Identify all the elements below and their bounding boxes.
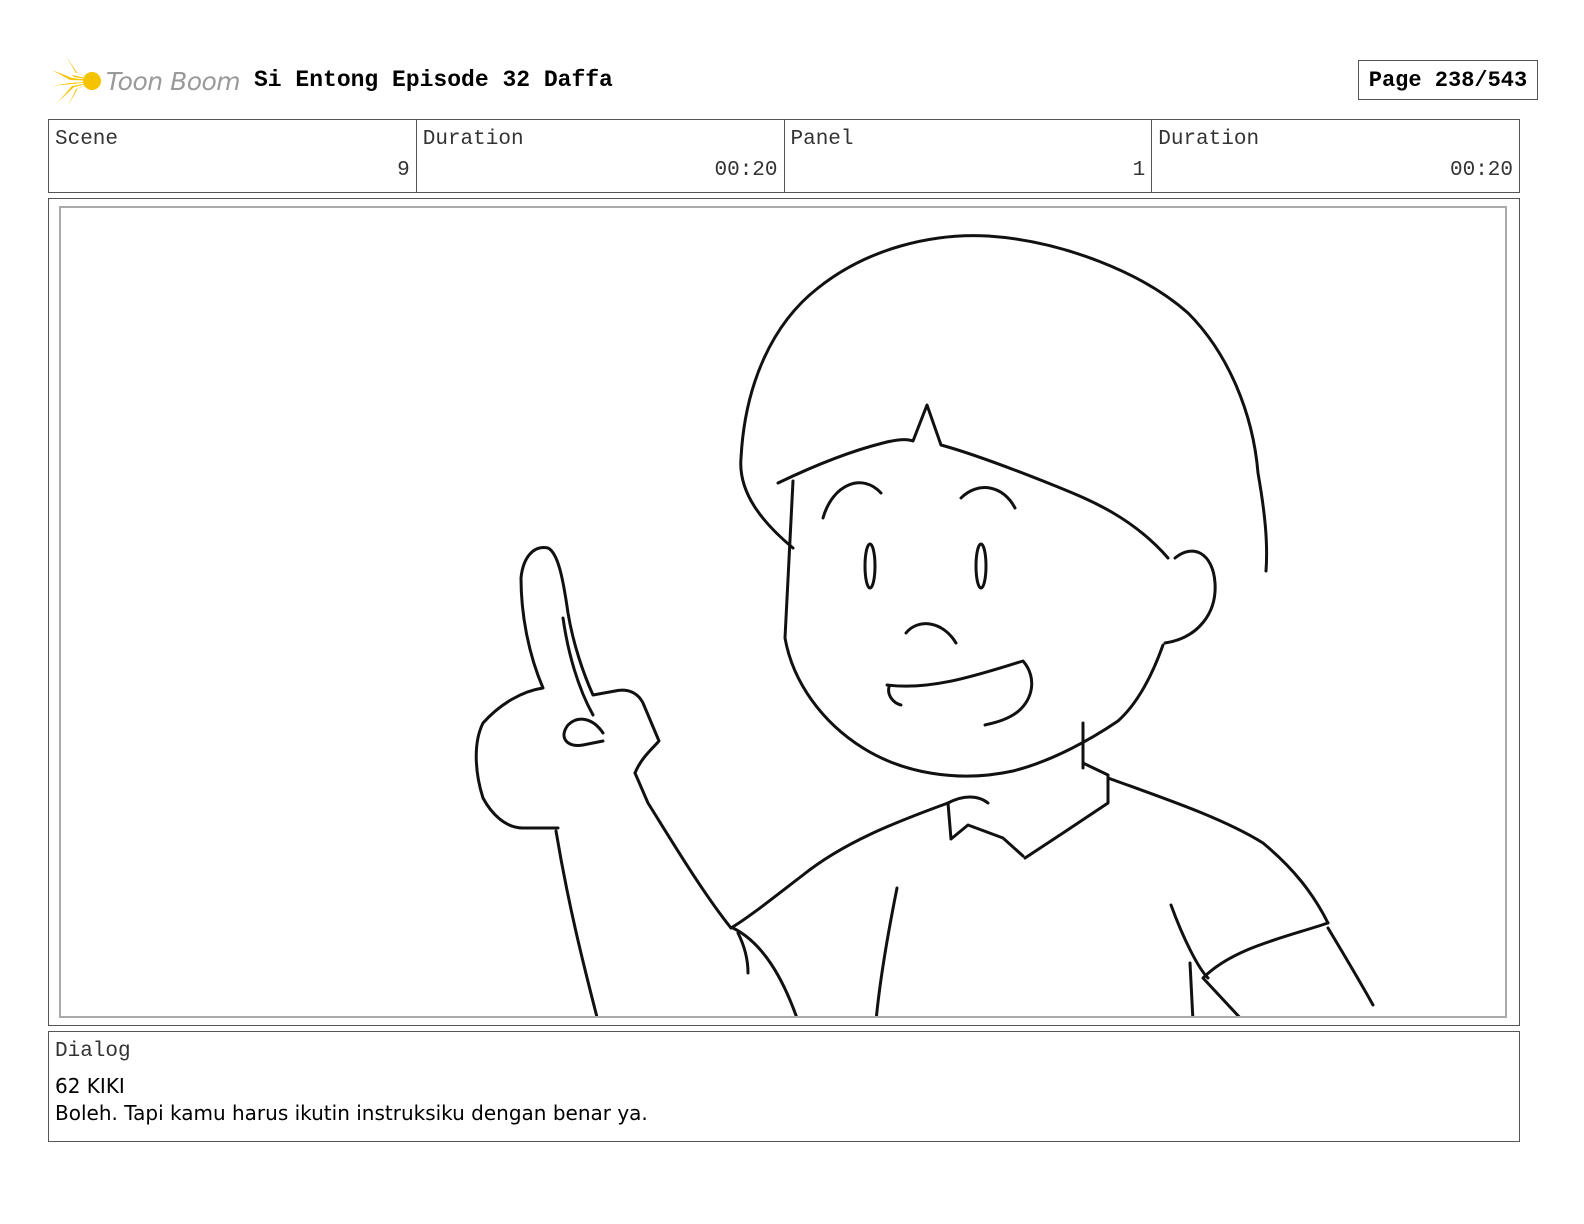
- right-eye: [974, 542, 988, 590]
- storyboard-header: Toon Boom Si Entong Episode 32 Daffa Pag…: [48, 56, 1538, 106]
- scene-duration-label: Duration: [422, 128, 524, 151]
- left-eye: [863, 542, 877, 590]
- right-sleeve: [1201, 921, 1330, 1016]
- panel-duration-label: Duration: [1158, 128, 1260, 151]
- starburst-icon: [52, 56, 101, 106]
- scene-info-row: Scene 9 Duration 00:20 Panel 1 Duration …: [48, 119, 1520, 193]
- face-outline: [783, 479, 1165, 778]
- character-sketch: [474, 234, 1375, 1016]
- collar-left: [946, 801, 1025, 858]
- dialog-text: Boleh. Tapi kamu harus ikutin instruksik…: [55, 1101, 648, 1125]
- left-sleeve-inner: [736, 931, 750, 975]
- page-indicator: Page 238/543: [1358, 60, 1538, 100]
- mouth: [885, 659, 1034, 727]
- hand-outline: [474, 546, 661, 830]
- scene-cell: Scene 9: [49, 120, 417, 192]
- dialog-label: Dialog: [55, 1040, 131, 1063]
- document-title: Si Entong Episode 32 Daffa: [254, 67, 613, 93]
- right-shoulder: [1106, 776, 1330, 925]
- scene-value: 9: [397, 159, 410, 182]
- dialog-speaker: 62 KIKI: [55, 1074, 125, 1098]
- right-eyebrow: [959, 486, 1017, 510]
- hair-outline: [739, 234, 1269, 573]
- panel-duration-cell: Duration 00:20: [1152, 120, 1519, 192]
- ear: [1163, 549, 1217, 645]
- scene-duration-value: 00:20: [714, 159, 778, 182]
- scene-duration-cell: Duration 00:20: [417, 120, 785, 192]
- panel-frame: [48, 198, 1520, 1026]
- wrist-left: [554, 829, 599, 1016]
- thumb: [562, 717, 605, 748]
- toon-boom-logo: Toon Boom: [52, 56, 241, 106]
- collar-right: [1023, 761, 1110, 860]
- mouth-corner: [887, 685, 903, 707]
- logo-text: Toon Boom: [106, 66, 241, 96]
- forearm: [633, 771, 733, 930]
- finger-line: [561, 616, 595, 717]
- panel-cell: Panel 1: [785, 120, 1153, 192]
- left-shoulder: [729, 801, 950, 930]
- left-eyebrow: [821, 481, 883, 520]
- panel-value: 1: [1132, 159, 1146, 182]
- panel-drawing-area: [59, 206, 1507, 1018]
- collar-line: [946, 795, 990, 805]
- hair-fringe: [776, 403, 1170, 560]
- body-left: [874, 886, 899, 1016]
- scene-label: Scene: [55, 128, 119, 151]
- panel-label: Panel: [790, 128, 854, 151]
- nose: [904, 622, 958, 645]
- dialog-box: Dialog 62 KIKI Boleh. Tapi kamu harus ik…: [48, 1031, 1520, 1142]
- body-right-line: [1188, 961, 1195, 1016]
- right-arm: [1326, 926, 1375, 1007]
- panel-duration-value: 00:20: [1449, 159, 1513, 182]
